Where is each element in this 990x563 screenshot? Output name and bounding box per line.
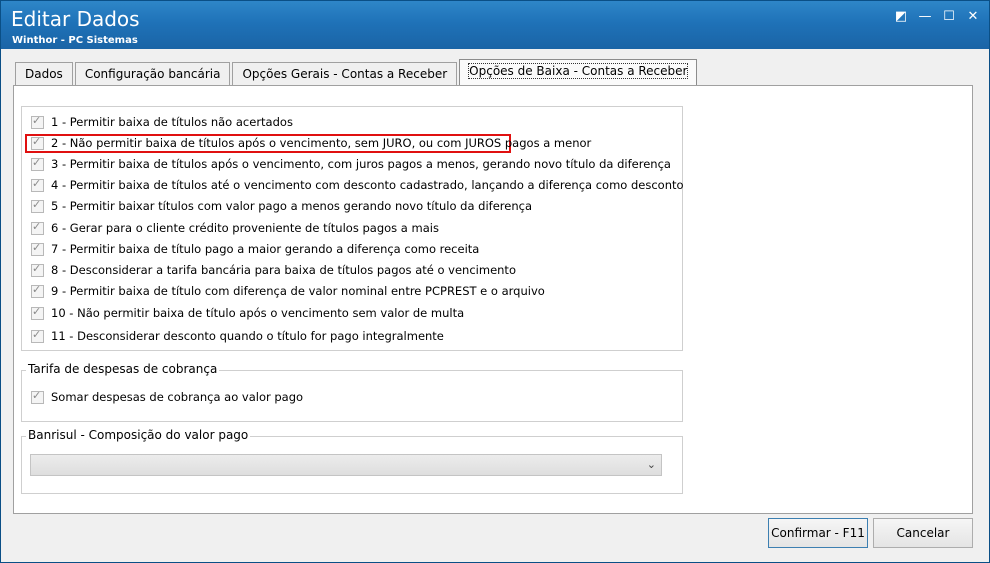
minimize-icon[interactable]: — [915, 8, 935, 26]
option-label: 9 - Permitir baixa de título com diferen… [51, 284, 545, 298]
checkbox-8[interactable] [31, 262, 44, 277]
option-7[interactable]: 7 - Permitir baixa de título pago a maio… [31, 240, 479, 258]
banrisul-composition-select[interactable]: ⌄ [30, 454, 662, 476]
checkbox-9[interactable] [31, 283, 44, 298]
option-11[interactable]: 11 - Desconsiderar desconto quando o tít… [31, 327, 444, 345]
tab-configuracao-bancaria[interactable]: Configuração bancária [74, 62, 231, 85]
checkbox-6[interactable] [31, 220, 44, 235]
checkbox-2[interactable] [31, 135, 44, 150]
option-label: 10 - Não permitir baixa de título após o… [51, 306, 465, 320]
tab-label: Configuração bancária [84, 67, 221, 81]
option-label: 11 - Desconsiderar desconto quando o tít… [51, 329, 444, 343]
checkbox-3[interactable] [31, 156, 44, 171]
tab-label: Opções Gerais - Contas a Receber [242, 67, 448, 81]
tab-label: Opções de Baixa - Contas a Receber [468, 63, 689, 79]
option-label: 2 - Não permitir baixa de títulos após o… [51, 136, 592, 150]
checkbox-4[interactable] [31, 177, 44, 192]
cancel-button[interactable]: Cancelar [873, 518, 973, 548]
option-2[interactable]: 2 - Não permitir baixa de títulos após o… [31, 134, 591, 152]
option-somar-despesas[interactable]: Somar despesas de cobrança ao valor pago [31, 388, 303, 406]
restore-edit-icon[interactable]: ◩ [891, 8, 911, 26]
option-label: 6 - Gerar para o cliente crédito proveni… [51, 221, 439, 235]
banrisul-group-title: Banrisul - Composição do valor pago [26, 428, 251, 442]
tab-label: Dados [25, 67, 63, 81]
option-3[interactable]: 3 - Permitir baixa de títulos após o ven… [31, 155, 671, 173]
option-label: 5 - Permitir baixar títulos com valor pa… [51, 199, 532, 213]
option-1[interactable]: 1 - Permitir baixa de títulos não acerta… [31, 113, 293, 131]
tarifa-group-title: Tarifa de despesas de cobrança [26, 362, 220, 376]
edit-data-window: Editar Dados Winthor - PC Sistemas ◩ — ☐… [0, 0, 990, 563]
window-subtitle: Winthor - PC Sistemas [12, 35, 138, 46]
option-5[interactable]: 5 - Permitir baixar títulos com valor pa… [31, 197, 532, 215]
checkbox-11[interactable] [31, 328, 44, 343]
tab-opcoes-gerais[interactable]: Opções Gerais - Contas a Receber [232, 62, 458, 85]
checkbox-5[interactable] [31, 198, 44, 213]
tab-dados[interactable]: Dados [15, 62, 73, 85]
banrisul-group: Banrisul - Composição do valor pago ⌄ [21, 428, 683, 494]
option-label: 3 - Permitir baixa de títulos após o ven… [51, 157, 671, 171]
close-icon[interactable]: ✕ [963, 8, 983, 26]
checkbox-somar-despesas[interactable] [31, 389, 44, 404]
title-bar[interactable]: Editar Dados Winthor - PC Sistemas ◩ — ☐… [1, 1, 989, 49]
option-4[interactable]: 4 - Permitir baixa de títulos até o venc… [31, 176, 684, 194]
window-title: Editar Dados [11, 7, 140, 31]
options-group: 1 - Permitir baixa de títulos não acerta… [21, 106, 684, 351]
checkbox-10[interactable] [31, 305, 44, 320]
window-controls: ◩ — ☐ ✕ [891, 8, 983, 26]
checkbox-7[interactable] [31, 241, 44, 256]
tab-strip: Dados Configuração bancária Opções Gerai… [15, 59, 699, 86]
option-9[interactable]: 9 - Permitir baixa de título com diferen… [31, 282, 545, 300]
tab-opcoes-de-baixa[interactable]: Opções de Baixa - Contas a Receber [459, 59, 698, 86]
maximize-icon[interactable]: ☐ [939, 8, 959, 26]
option-label: 1 - Permitir baixa de títulos não acerta… [51, 115, 293, 129]
option-6[interactable]: 6 - Gerar para o cliente crédito proveni… [31, 219, 439, 237]
option-label: Somar despesas de cobrança ao valor pago [51, 390, 304, 404]
option-8[interactable]: 8 - Desconsiderar a tarifa bancária para… [31, 261, 516, 279]
confirm-button[interactable]: Confirmar - F11 [768, 518, 868, 548]
tab-panel: 1 - Permitir baixa de títulos não acerta… [13, 85, 973, 514]
checkbox-1[interactable] [31, 114, 44, 129]
option-10[interactable]: 10 - Não permitir baixa de título após o… [31, 304, 464, 322]
option-label: 8 - Desconsiderar a tarifa bancária para… [51, 263, 516, 277]
chevron-down-icon[interactable]: ⌄ [647, 458, 656, 471]
option-label: 7 - Permitir baixa de título pago a maio… [51, 242, 480, 256]
option-label: 4 - Permitir baixa de títulos até o venc… [51, 178, 684, 192]
tarifa-group: Tarifa de despesas de cobrança Somar des… [21, 362, 683, 422]
